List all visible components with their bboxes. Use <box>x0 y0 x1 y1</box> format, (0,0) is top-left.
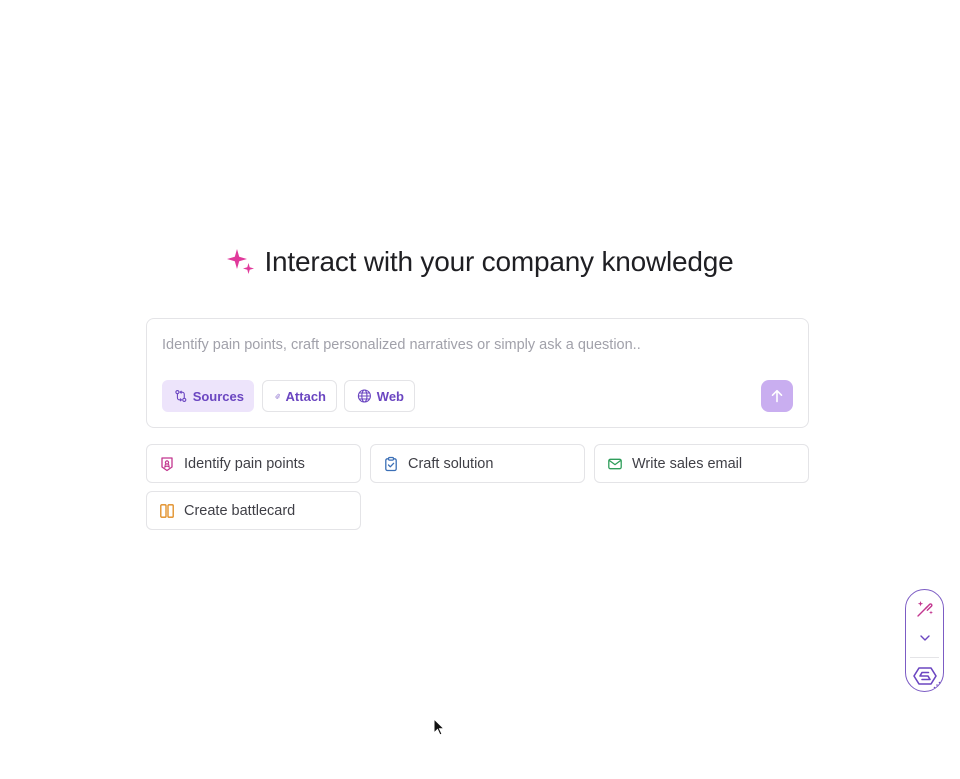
columns-icon <box>160 503 174 518</box>
resize-grip-icon[interactable] <box>933 681 941 689</box>
arrow-up-icon <box>771 389 783 403</box>
globe-icon <box>357 389 371 403</box>
git-compare-icon <box>175 390 187 402</box>
chevron-down-icon <box>919 635 930 641</box>
web-button[interactable]: Web <box>344 380 415 412</box>
sources-label: Sources <box>192 388 244 404</box>
page-title: Interact with your company knowledge <box>264 246 734 277</box>
send-button[interactable] <box>761 380 793 412</box>
suggestion-label: Write sales email <box>632 455 743 472</box>
magic-wand-icon <box>916 601 933 617</box>
mail-icon <box>608 458 622 469</box>
suggestion-label: Craft solution <box>408 455 494 472</box>
attach-label: Attach <box>285 388 326 404</box>
suggestion-create-battlecard[interactable]: Create battlecard <box>146 491 361 530</box>
sources-button[interactable]: Sources <box>162 380 254 412</box>
suggestion-write-sales-email[interactable]: Write sales email <box>594 444 809 483</box>
suggestion-identify-pain-points[interactable]: Identify pain points <box>146 444 361 483</box>
suggestion-label: Create battlecard <box>184 502 296 519</box>
paperclip-icon <box>275 393 280 399</box>
widget-divider <box>910 657 939 658</box>
suggestion-craft-solution[interactable]: Craft solution <box>370 444 585 483</box>
suggestion-label: Identify pain points <box>184 455 305 472</box>
collapse-button[interactable] <box>906 628 943 648</box>
prompt-input[interactable] <box>162 335 782 355</box>
clipboard-check-icon <box>385 456 397 471</box>
assistant-widget <box>905 589 944 692</box>
hero-header: Interact with your company knowledge <box>0 238 960 286</box>
magic-wand-button[interactable] <box>906 596 943 622</box>
shield-badge-icon <box>161 456 173 471</box>
sparkles-icon <box>226 247 256 277</box>
attach-button[interactable]: Attach <box>262 380 337 412</box>
mouse-cursor-icon <box>433 718 445 736</box>
chat-composer: Sources Attach Web <box>146 318 809 428</box>
web-label: Web <box>376 388 404 404</box>
